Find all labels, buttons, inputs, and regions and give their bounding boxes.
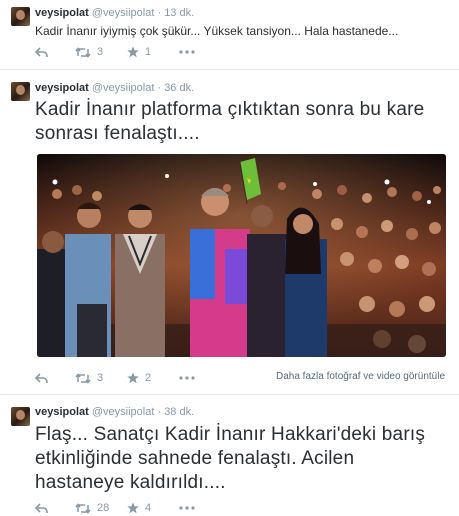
- reply-icon: [35, 372, 48, 383]
- retweet-icon: [75, 502, 91, 514]
- retweet-button[interactable]: 3: [75, 372, 127, 384]
- tweet-text: Flaş... Sanatçı Kadir İnanır Hakkari'dek…: [35, 424, 426, 493]
- tweet-text: Kadir İnanır iyiymiş çok şükür... Yüksek…: [35, 24, 399, 38]
- concert-crowd-photo: [37, 154, 446, 357]
- tweet-header: veysipolat @veysiipolat · 38 dk.: [35, 405, 194, 419]
- reply-button[interactable]: [35, 372, 75, 384]
- retweet-button[interactable]: 3: [75, 46, 127, 58]
- reply-button[interactable]: [35, 46, 75, 58]
- tweet-actions: 3 1: [35, 44, 199, 60]
- more-dots-icon: [179, 506, 195, 510]
- avatar[interactable]: [11, 7, 30, 26]
- favorite-count: 2: [145, 372, 152, 384]
- avatar[interactable]: [11, 82, 30, 101]
- favorite-star-icon: [127, 372, 139, 384]
- reply-icon: [35, 46, 48, 57]
- username[interactable]: veysipolat: [35, 7, 89, 19]
- favorite-count: 1: [145, 46, 152, 58]
- tweet-actions: 3 2: [35, 370, 199, 386]
- favorite-button[interactable]: 2: [127, 372, 179, 384]
- timestamp[interactable]: · 36 dk.: [157, 82, 194, 94]
- tweet-3: veysipolat @veysiipolat · 38 dk. Flaş...…: [0, 396, 459, 516]
- more-button[interactable]: [179, 376, 199, 380]
- retweet-icon: [75, 46, 91, 58]
- retweet-count: 3: [97, 372, 104, 384]
- favorite-star-icon: [127, 46, 139, 58]
- retweet-count: 3: [97, 46, 104, 58]
- user-handle[interactable]: @veysiipolat: [92, 406, 155, 418]
- retweet-count: 28: [97, 502, 110, 514]
- retweet-icon: [75, 372, 91, 384]
- favorite-button[interactable]: 4: [127, 502, 179, 514]
- timestamp[interactable]: · 38 dk.: [157, 406, 194, 418]
- tweet-header: veysipolat @veysiipolat · 36 dk.: [35, 81, 194, 95]
- reply-button[interactable]: [35, 502, 75, 514]
- reply-icon: [35, 502, 48, 513]
- timestamp[interactable]: · 13 dk.: [157, 7, 194, 19]
- username[interactable]: veysipolat: [35, 82, 89, 94]
- more-button[interactable]: [179, 506, 199, 510]
- tweet-photo[interactable]: [37, 154, 446, 357]
- more-button[interactable]: [179, 50, 199, 54]
- tweet-2: veysipolat @veysiipolat · 36 dk. Kadir İ…: [0, 71, 459, 395]
- user-handle[interactable]: @veysiipolat: [92, 7, 155, 19]
- view-more-media-link[interactable]: Daha fazla fotoğraf ve video görüntüle: [276, 371, 445, 382]
- more-dots-icon: [179, 50, 195, 54]
- tweet-header: veysipolat @veysiipolat · 13 dk.: [35, 6, 194, 20]
- tweet-actions: 28 4: [35, 500, 199, 516]
- tweet-text: Kadir İnanır platforma çıktıktan sonra b…: [35, 99, 425, 144]
- user-handle[interactable]: @veysiipolat: [92, 82, 155, 94]
- username[interactable]: veysipolat: [35, 406, 89, 418]
- favorite-count: 4: [145, 502, 152, 514]
- avatar[interactable]: [11, 407, 30, 426]
- favorite-button[interactable]: 1: [127, 46, 179, 58]
- retweet-button[interactable]: 28: [75, 502, 127, 514]
- more-dots-icon: [179, 376, 195, 380]
- favorite-star-icon: [127, 502, 139, 514]
- tweet-1: veysipolat @veysiipolat · 13 dk. Kadir İ…: [0, 0, 459, 70]
